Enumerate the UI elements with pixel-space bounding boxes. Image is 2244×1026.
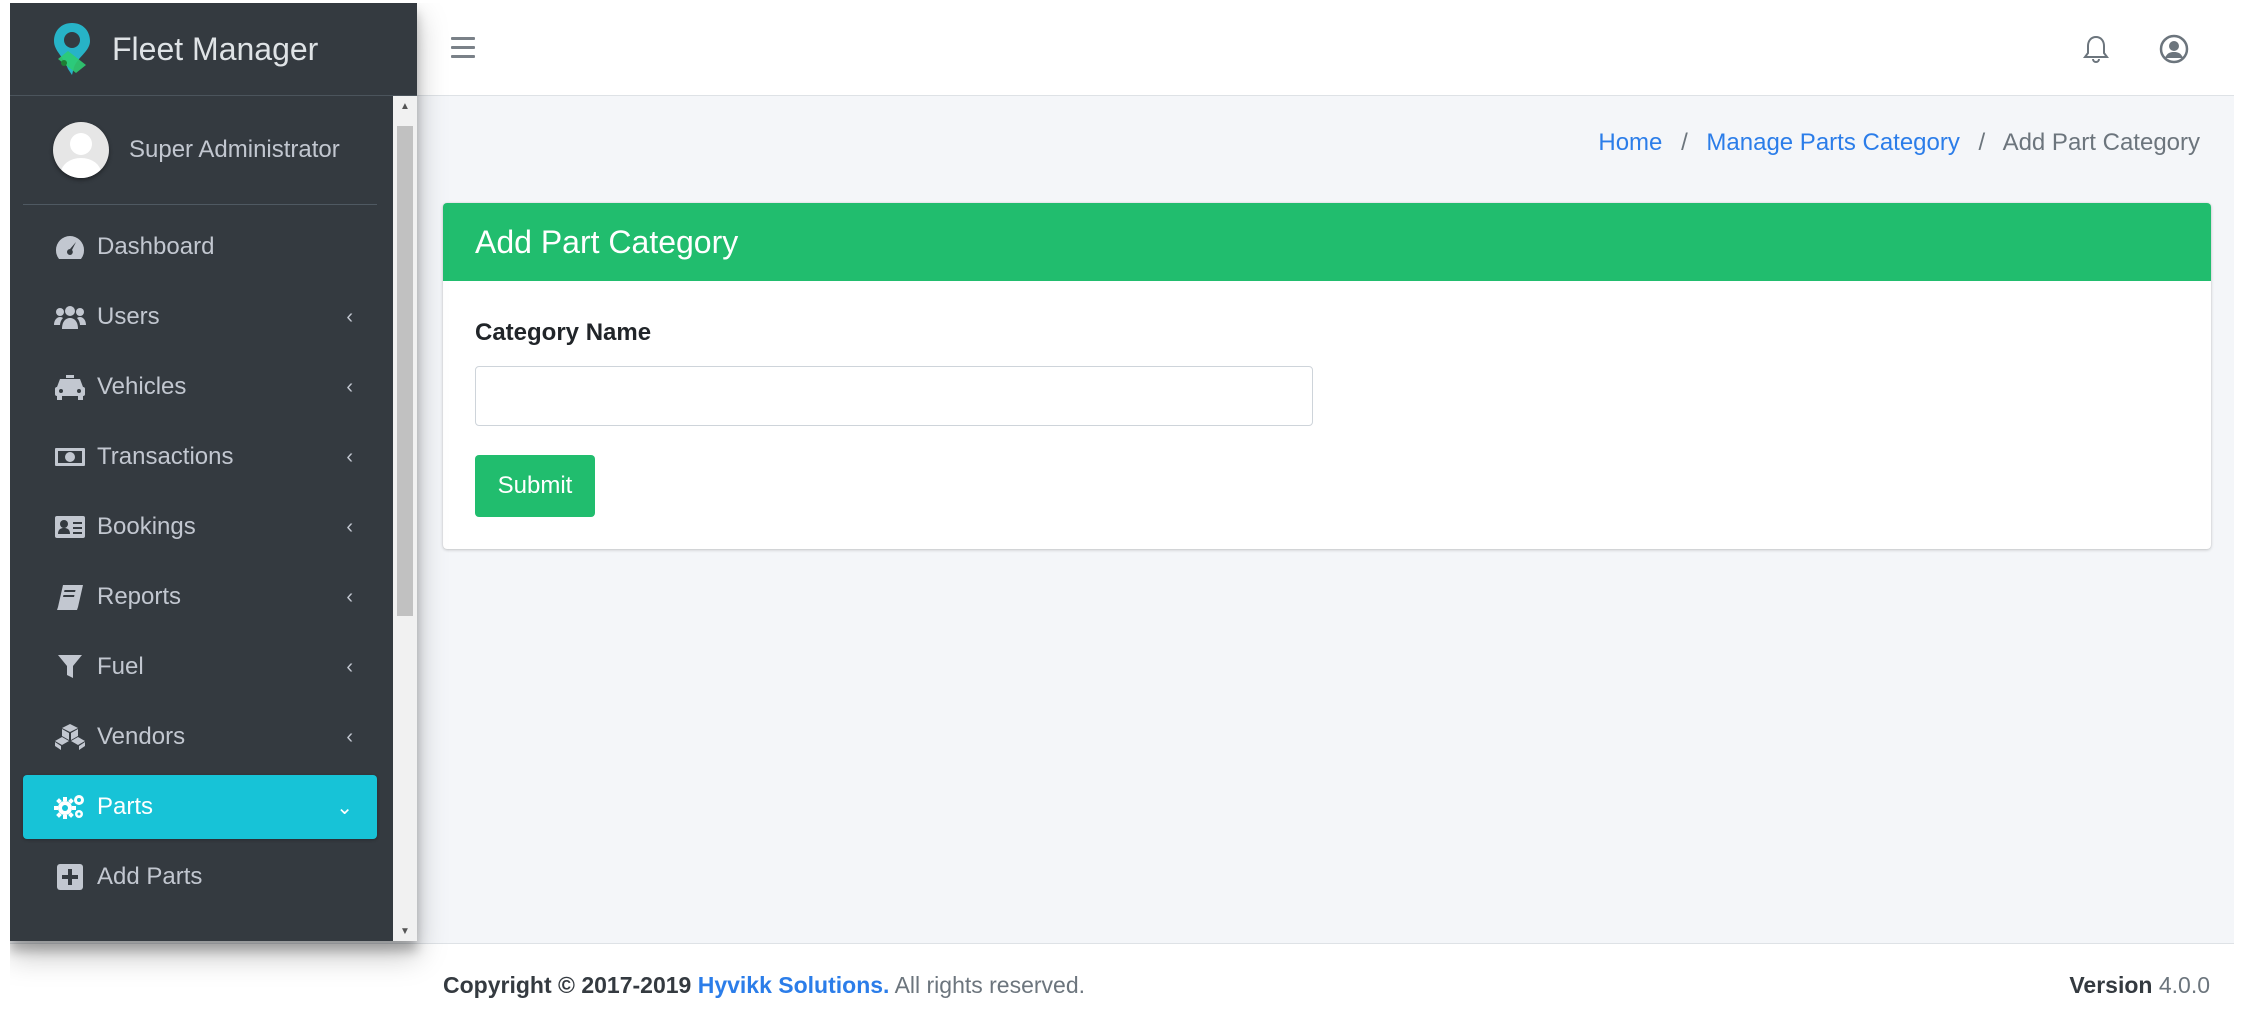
sidebar-item-reports[interactable]: Reports ‹: [23, 565, 377, 629]
menu-toggle-icon[interactable]: [451, 37, 475, 59]
sidebar-item-add-parts[interactable]: Add Parts: [23, 845, 377, 909]
users-icon: [53, 302, 87, 332]
plus-square-icon: [53, 862, 87, 892]
app-frame: Fleet Manager Super Administrator Dashbo…: [10, 3, 2234, 1026]
cubes-icon: [53, 722, 87, 752]
scroll-down-arrow-icon[interactable]: ▼: [393, 921, 417, 941]
sidebar-nav: Dashboard Users ‹ Vehicles ‹ Transaction…: [10, 205, 417, 909]
sidebar-item-label: Dashboard: [97, 233, 215, 260]
sidebar-item-label: Add Parts: [97, 863, 203, 890]
sidebar-scrollbar[interactable]: ▲ ▼: [393, 96, 417, 941]
user-circle-icon[interactable]: [2158, 33, 2190, 65]
money-bill-icon: [53, 442, 87, 472]
category-name-input[interactable]: [475, 366, 1313, 426]
breadcrumb-separator: /: [1978, 129, 1986, 156]
sidebar-item-transactions[interactable]: Transactions ‹: [23, 425, 377, 489]
footer-version: Version 4.0.0: [2069, 972, 2210, 999]
filter-icon: [53, 652, 87, 682]
address-card-icon: [53, 512, 87, 542]
sidebar-item-label: Fuel: [97, 653, 144, 680]
submit-button[interactable]: Submit: [475, 455, 595, 517]
sidebar-item-bookings[interactable]: Bookings ‹: [23, 495, 377, 559]
sidebar-item-label: Parts: [97, 793, 154, 820]
version-label: Version: [2069, 972, 2153, 998]
sidebar-item-label: Vendors: [97, 723, 186, 750]
breadcrumb: Home / Manage Parts Category / Add Part …: [1598, 129, 2200, 157]
sidebar: Fleet Manager Super Administrator Dashbo…: [10, 3, 417, 941]
chevron-left-icon: ‹: [346, 445, 353, 468]
sidebar-item-vehicles[interactable]: Vehicles ‹: [23, 355, 377, 419]
sidebar-item-vendors[interactable]: Vendors ‹: [23, 705, 377, 769]
top-navbar: [417, 3, 2234, 96]
sidebar-item-fuel[interactable]: Fuel ‹: [23, 635, 377, 699]
chevron-down-icon: ⌄: [336, 796, 353, 819]
sidebar-scroll-area: Super Administrator Dashboard Users ‹ Ve…: [10, 96, 417, 941]
breadcrumb-current: Add Part Category: [2002, 129, 2200, 156]
book-icon: [53, 582, 87, 612]
scroll-up-arrow-icon[interactable]: ▲: [393, 96, 417, 116]
chevron-left-icon: ‹: [346, 515, 353, 538]
company-link[interactable]: Hyvikk Solutions.: [698, 972, 890, 998]
footer-copyright: Copyright © 2017-2019 Hyvikk Solutions. …: [443, 972, 1085, 999]
rights-text: All rights reserved.: [894, 972, 1086, 998]
sidebar-item-dashboard[interactable]: Dashboard: [23, 215, 377, 279]
category-name-label: Category Name: [475, 319, 652, 346]
sidebar-item-users[interactable]: Users ‹: [23, 285, 377, 349]
taxi-icon: [53, 372, 87, 402]
cogs-icon: [53, 792, 87, 822]
tachometer-icon: [53, 232, 87, 262]
add-part-category-card: Add Part Category Category Name Submit: [443, 203, 2211, 549]
breadcrumb-separator: /: [1681, 129, 1688, 156]
copyright-text: Copyright © 2017-2019: [443, 972, 692, 998]
sidebar-item-label: Vehicles: [97, 373, 187, 400]
scrollbar-thumb[interactable]: [397, 126, 413, 616]
bell-icon[interactable]: [2080, 33, 2112, 65]
brand-link[interactable]: Fleet Manager: [10, 3, 417, 96]
sidebar-item-label: Users: [97, 303, 160, 330]
sidebar-item-label: Transactions: [97, 443, 234, 470]
brand-name: Fleet Manager: [112, 30, 319, 67]
chevron-left-icon: ‹: [346, 375, 353, 398]
chevron-left-icon: ‹: [346, 655, 353, 678]
chevron-left-icon: ‹: [346, 725, 353, 748]
user-panel[interactable]: Super Administrator: [23, 96, 377, 205]
sidebar-item-label: Reports: [97, 583, 182, 610]
chevron-left-icon: ‹: [346, 585, 353, 608]
version-number: 4.0.0: [2158, 972, 2210, 998]
breadcrumb-home-link[interactable]: Home: [1598, 129, 1662, 156]
avatar: [53, 122, 109, 178]
sidebar-item-parts[interactable]: Parts ⌄: [23, 775, 377, 839]
fleet-logo-icon: [54, 23, 90, 75]
user-name: Super Administrator: [129, 136, 340, 163]
card-title: Add Part Category: [443, 203, 2211, 281]
chevron-left-icon: ‹: [346, 305, 353, 328]
breadcrumb-manage-parts-category-link[interactable]: Manage Parts Category: [1706, 129, 1959, 156]
footer: Copyright © 2017-2019 Hyvikk Solutions. …: [10, 943, 2234, 1026]
sidebar-item-label: Bookings: [97, 513, 196, 540]
